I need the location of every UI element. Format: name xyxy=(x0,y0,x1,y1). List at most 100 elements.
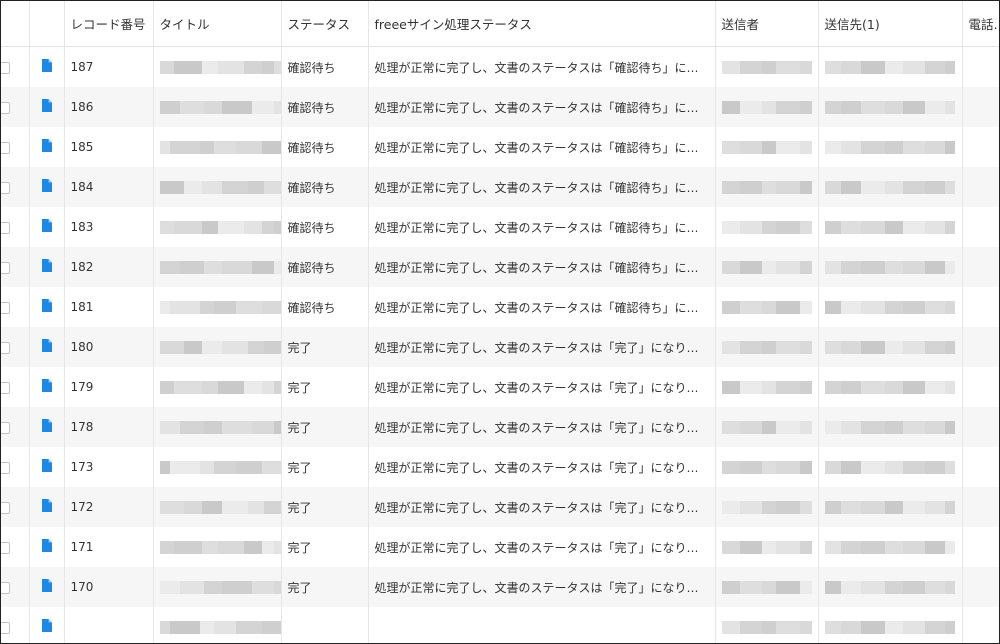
document-icon[interactable] xyxy=(41,99,52,115)
redacted-text xyxy=(721,261,812,274)
phone-cell xyxy=(962,287,999,327)
document-icon[interactable] xyxy=(41,259,52,275)
column-header-recipient[interactable]: 送信先(1) xyxy=(818,1,963,47)
phone-cell xyxy=(962,407,999,447)
sender-cell xyxy=(715,407,819,447)
recipient-cell xyxy=(818,407,963,447)
table-row[interactable]: 181 確認待ち 処理が正常に完了し、文書のステータスは「確認待ち」になりました xyxy=(1,287,999,327)
freee-status-cell: 処理が正常に完了し、文書のステータスは「完了」になりました。 xyxy=(368,527,716,567)
table-row[interactable]: 184 確認待ち 処理が正常に完了し、文書のステータスは「確認待ち」になりました xyxy=(1,167,999,207)
table-row[interactable]: 170 完了 処理が正常に完了し、文書のステータスは「完了」になりました。 xyxy=(1,567,999,607)
row-select-cell xyxy=(1,607,30,643)
row-checkbox[interactable] xyxy=(1,221,10,234)
column-header-record-no[interactable]: レコード番号 xyxy=(64,1,154,47)
table-row[interactable]: 178 完了 処理が正常に完了し、文書のステータスは「完了」になりました。 xyxy=(1,407,999,447)
row-select-cell xyxy=(1,487,30,527)
status-cell: 確認待ち xyxy=(281,247,369,287)
freee-status-cell: 処理が正常に完了し、文書のステータスは「確認待ち」になりました xyxy=(368,247,716,287)
redacted-text xyxy=(159,381,280,394)
table-row[interactable]: 187 確認待ち 処理が正常に完了し、文書のステータスは「確認待ち」になりました xyxy=(1,46,999,87)
document-icon[interactable] xyxy=(41,499,52,515)
redacted-text xyxy=(159,61,280,74)
table-row[interactable]: 183 確認待ち 処理が正常に完了し、文書のステータスは「確認待ち」になりました xyxy=(1,207,999,247)
row-checkbox[interactable] xyxy=(1,261,10,274)
column-header-freee-status[interactable]: freeeサイン処理ステータス xyxy=(368,1,716,47)
record-number-cell: 185 xyxy=(64,127,154,167)
record-number-cell: 173 xyxy=(64,447,154,487)
redacted-text xyxy=(824,261,955,274)
column-header-status[interactable]: ステータス xyxy=(281,1,369,47)
document-icon[interactable] xyxy=(41,419,52,435)
document-icon[interactable] xyxy=(41,139,52,155)
redacted-text xyxy=(824,221,955,234)
record-number-cell: 171 xyxy=(64,527,154,567)
status-cell: 完了 xyxy=(281,527,369,567)
record-number-cell: 183 xyxy=(64,207,154,247)
row-icon-cell xyxy=(29,407,65,447)
redacted-text xyxy=(721,501,812,514)
row-checkbox[interactable] xyxy=(1,101,10,114)
recipient-cell xyxy=(818,46,963,87)
redacted-text xyxy=(159,301,280,314)
redacted-text xyxy=(159,501,280,514)
table-row[interactable] xyxy=(1,607,999,643)
document-icon[interactable] xyxy=(41,579,52,595)
status-cell: 確認待ち xyxy=(281,46,369,87)
sender-cell xyxy=(715,46,819,87)
row-checkbox[interactable] xyxy=(1,61,10,74)
document-icon[interactable] xyxy=(41,219,52,235)
freee-status-cell: 処理が正常に完了し、文書のステータスは「確認待ち」になりました xyxy=(368,127,716,167)
row-checkbox[interactable] xyxy=(1,501,10,514)
status-cell: 確認待ち xyxy=(281,207,369,247)
column-header-phone[interactable]: 電話番号 xyxy=(962,1,999,47)
row-checkbox[interactable] xyxy=(1,141,10,154)
redacted-text xyxy=(721,621,812,634)
row-checkbox[interactable] xyxy=(1,461,10,474)
recipient-cell xyxy=(818,367,963,407)
redacted-text xyxy=(824,541,955,554)
document-icon[interactable] xyxy=(41,339,52,355)
row-select-cell xyxy=(1,287,30,327)
redacted-text xyxy=(824,501,955,514)
table-row[interactable]: 180 完了 処理が正常に完了し、文書のステータスは「完了」になりました。 xyxy=(1,327,999,367)
table-row[interactable]: 186 確認待ち 処理が正常に完了し、文書のステータスは「確認待ち」になりました xyxy=(1,87,999,127)
document-icon[interactable] xyxy=(41,299,52,315)
document-icon[interactable] xyxy=(41,179,52,195)
row-checkbox[interactable] xyxy=(1,381,10,394)
table-row[interactable]: 185 確認待ち 処理が正常に完了し、文書のステータスは「確認待ち」になりました xyxy=(1,127,999,167)
document-icon[interactable] xyxy=(41,619,52,635)
phone-cell xyxy=(962,567,999,607)
title-cell xyxy=(153,567,282,607)
column-header-sender[interactable]: 送信者 xyxy=(715,1,819,47)
document-icon[interactable] xyxy=(41,59,52,75)
document-icon[interactable] xyxy=(41,539,52,555)
row-checkbox[interactable] xyxy=(1,341,10,354)
sender-cell xyxy=(715,567,819,607)
redacted-text xyxy=(721,181,812,194)
document-icon[interactable] xyxy=(41,459,52,475)
row-select-cell xyxy=(1,207,30,247)
column-header-title[interactable]: タイトル xyxy=(153,1,282,47)
row-checkbox[interactable] xyxy=(1,421,10,434)
row-checkbox[interactable] xyxy=(1,541,10,554)
row-checkbox[interactable] xyxy=(1,181,10,194)
row-select-cell xyxy=(1,567,30,607)
status-cell: 完了 xyxy=(281,327,369,367)
document-icon[interactable] xyxy=(41,379,52,395)
row-checkbox[interactable] xyxy=(1,581,10,594)
table-row[interactable]: 171 完了 処理が正常に完了し、文書のステータスは「完了」になりました。 xyxy=(1,527,999,567)
recipient-cell xyxy=(818,167,963,207)
title-cell xyxy=(153,487,282,527)
redacted-text xyxy=(721,381,812,394)
table-row[interactable]: 173 完了 処理が正常に完了し、文書のステータスは「完了」になりました。 xyxy=(1,447,999,487)
table-row[interactable]: 172 完了 処理が正常に完了し、文書のステータスは「完了」になりました。 xyxy=(1,487,999,527)
recipient-cell xyxy=(818,207,963,247)
row-checkbox[interactable] xyxy=(1,621,10,634)
freee-status-cell: 処理が正常に完了し、文書のステータスは「完了」になりました。 xyxy=(368,407,716,447)
table-row[interactable]: 179 完了 処理が正常に完了し、文書のステータスは「完了」になりました。 xyxy=(1,367,999,407)
table-row[interactable]: 182 確認待ち 処理が正常に完了し、文書のステータスは「確認待ち」になりました xyxy=(1,247,999,287)
status-cell: 確認待ち xyxy=(281,87,369,127)
row-icon-cell xyxy=(29,327,65,367)
row-checkbox[interactable] xyxy=(1,301,10,314)
row-icon-cell xyxy=(29,127,65,167)
